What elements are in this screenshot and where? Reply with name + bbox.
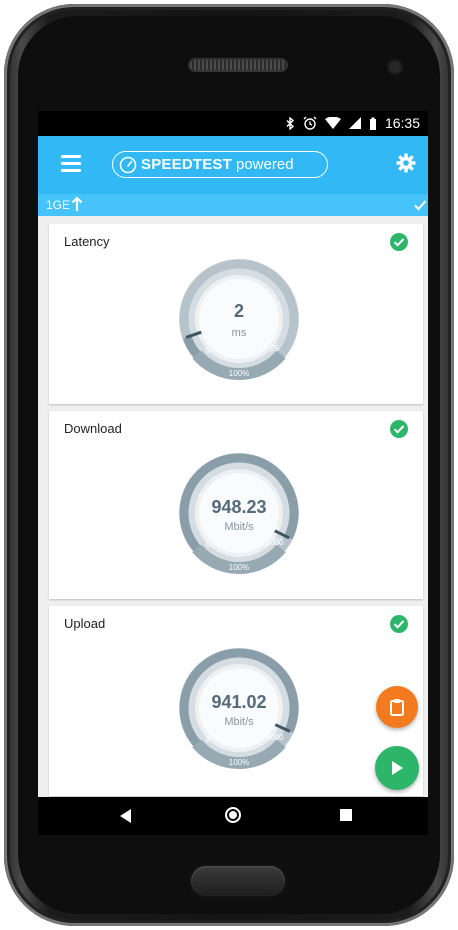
bluetooth-icon xyxy=(286,116,294,130)
success-check-icon xyxy=(390,615,408,633)
speedometer-icon xyxy=(119,156,137,173)
card-title: Latency xyxy=(64,234,110,249)
gauge-scale-min: 0 xyxy=(206,346,211,355)
latency-card: Latency 0 25 100% 2 ms xyxy=(49,224,423,404)
earpiece-speaker xyxy=(190,60,286,70)
play-icon xyxy=(392,761,403,775)
alarm-icon xyxy=(303,116,317,130)
system-navigation-bar xyxy=(38,797,428,835)
gauge-scale-max: 25 xyxy=(270,344,279,353)
back-triangle-icon[interactable] xyxy=(120,809,132,823)
card-title: Download xyxy=(64,421,122,436)
gear-icon[interactable] xyxy=(396,153,416,173)
latency-gauge: 0 25 100% 2 ms xyxy=(177,257,301,381)
download-card: Download 0 1000 100% 948.23 Mbit/s xyxy=(49,411,423,599)
signal-icon xyxy=(348,117,361,129)
upload-card: Upload 0 1000 100% 941.02 Mbit/s xyxy=(49,606,423,796)
clipboard-icon xyxy=(390,699,404,716)
checkmark-icon xyxy=(414,200,427,211)
brand-powered: powered xyxy=(236,156,294,173)
gauge-scale-min: 0 xyxy=(206,735,211,744)
gauge-value: 941.02 xyxy=(211,692,267,712)
wifi-icon xyxy=(324,117,341,129)
arrow-up-icon xyxy=(71,196,83,211)
recent-apps-square-icon[interactable] xyxy=(340,809,352,821)
home-circle-icon[interactable] xyxy=(225,807,241,823)
status-bar: 16:35 xyxy=(38,111,428,136)
upload-gauge: 0 1000 100% 941.02 Mbit/s xyxy=(177,646,301,770)
download-gauge: 0 1000 100% 948.23 Mbit/s xyxy=(177,451,301,575)
phone-screen: 16:35 SPEEDTEST powered 1GE Latency 0 25… xyxy=(38,111,428,835)
gauge-value: 948.23 xyxy=(211,497,267,517)
gauge-unit: Mbit/s xyxy=(224,521,254,533)
gauge-unit: Mbit/s xyxy=(224,716,254,728)
front-camera xyxy=(389,61,401,73)
gauge-percent-label: 100% xyxy=(229,758,249,767)
app-bar: SPEEDTEST powered xyxy=(38,136,428,194)
card-title: Upload xyxy=(64,616,106,631)
status-time: 16:35 xyxy=(384,115,420,131)
success-check-icon xyxy=(390,420,408,438)
gauge-percent-label: 100% xyxy=(229,369,249,378)
success-check-icon xyxy=(390,233,408,251)
connection-info-bar: 1GE xyxy=(38,194,428,216)
gauge-percent-label: 100% xyxy=(229,563,249,572)
start-test-button[interactable] xyxy=(375,746,419,790)
gauge-unit: ms xyxy=(231,327,247,339)
speedtest-logo: SPEEDTEST powered xyxy=(112,151,328,178)
battery-icon xyxy=(369,117,376,130)
copy-results-button[interactable] xyxy=(376,686,418,728)
gauge-scale-max: 1000 xyxy=(266,538,284,547)
gauge-value: 2 xyxy=(233,301,244,321)
brand-name: SPEEDTEST xyxy=(141,156,232,173)
hardware-home-button[interactable] xyxy=(191,866,285,896)
hamburger-menu-icon[interactable] xyxy=(61,155,81,172)
gauge-scale-min: 0 xyxy=(206,540,211,549)
interface-label: 1GE xyxy=(46,198,71,212)
gauge-scale-max: 1000 xyxy=(266,733,284,742)
